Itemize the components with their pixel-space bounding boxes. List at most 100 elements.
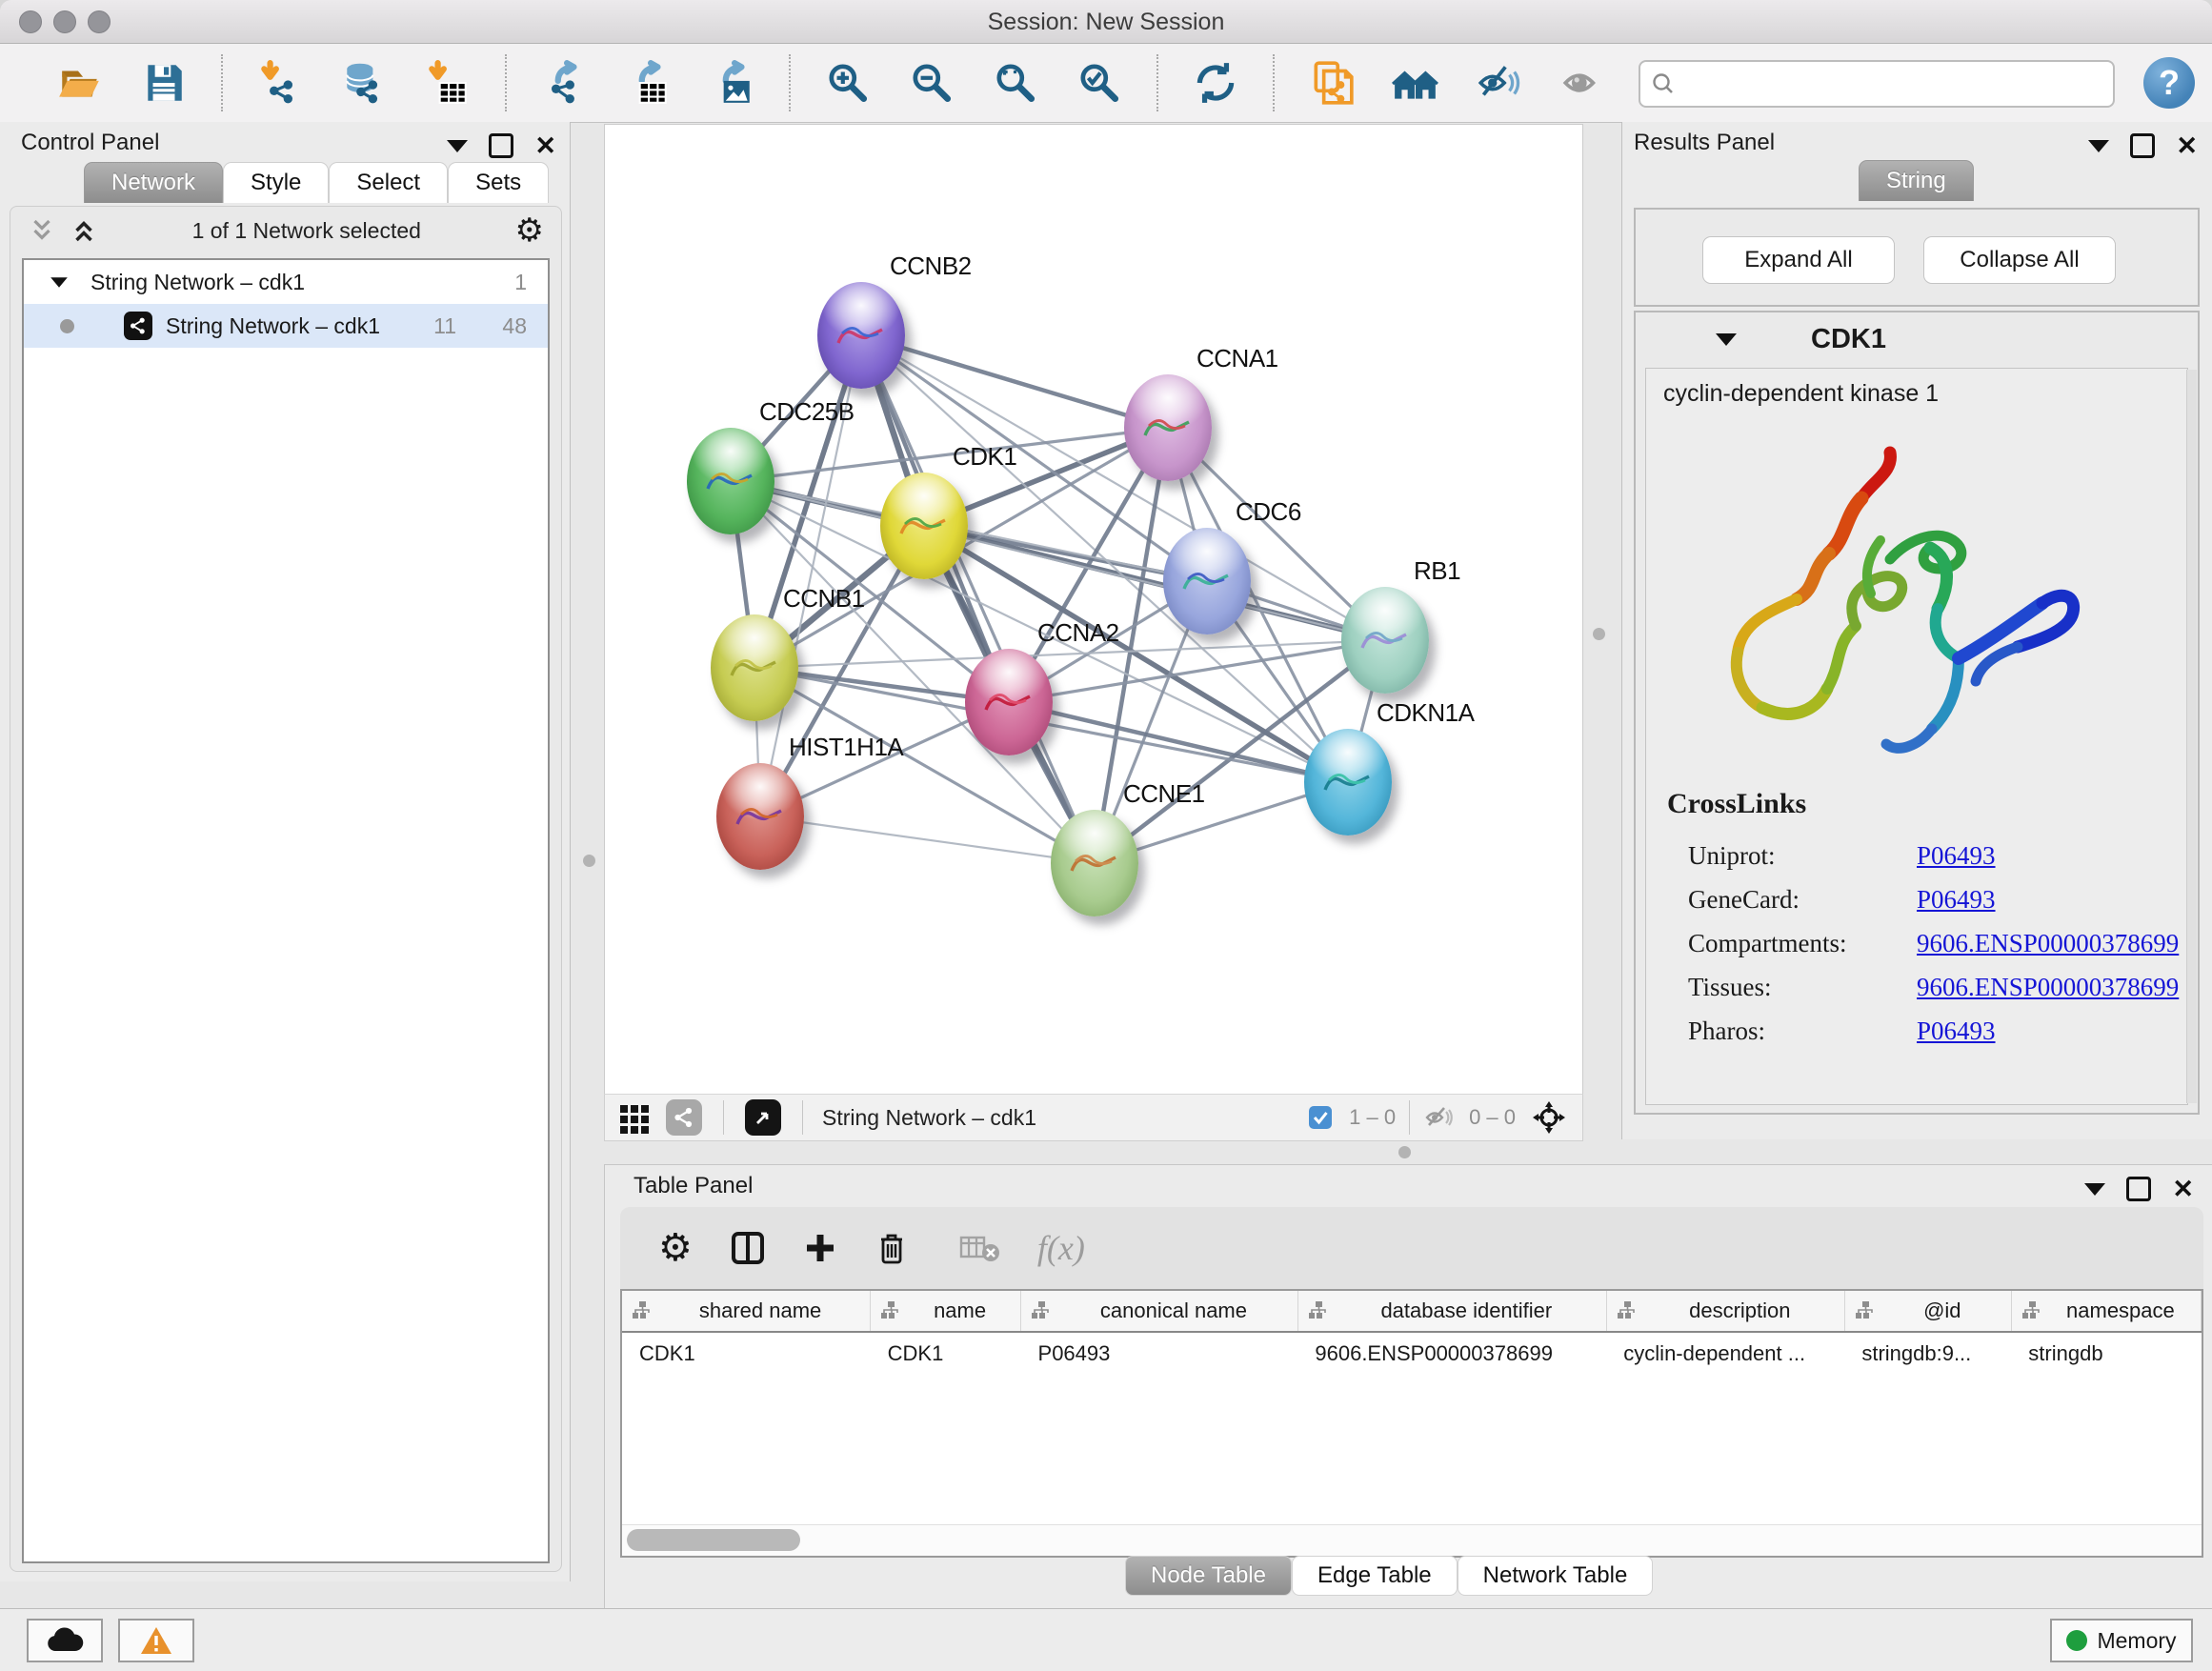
tab-select[interactable]: Select (329, 162, 448, 203)
network-row[interactable]: String Network – cdk1 11 48 (24, 304, 548, 348)
column-header-database-identifier[interactable]: database identifier (1297, 1291, 1606, 1332)
first-neighbors-icon[interactable] (1388, 55, 1443, 111)
right-splitter-handle[interactable] (1593, 628, 1605, 640)
collapse-all-icon[interactable] (28, 216, 56, 245)
delete-column-trash-icon[interactable] (874, 1230, 910, 1266)
column-header-name[interactable]: name (871, 1291, 1021, 1332)
network-node-CDK1[interactable] (880, 473, 968, 579)
tab-network-table[interactable]: Network Table (1458, 1556, 1654, 1596)
close-panel-icon[interactable]: ✕ (2172, 1179, 2194, 1198)
export-network-icon[interactable] (536, 55, 592, 111)
zoom-in-icon[interactable] (820, 55, 875, 111)
panel-menu-icon[interactable] (447, 140, 468, 152)
close-panel-icon[interactable]: ✕ (2176, 136, 2198, 155)
tab-node-table[interactable]: Node Table (1125, 1556, 1292, 1596)
export-image-icon[interactable] (704, 55, 759, 111)
import-network-file-icon[interactable] (252, 55, 308, 111)
help-button[interactable]: ? (2143, 57, 2195, 109)
column-header-description[interactable]: description (1606, 1291, 1844, 1332)
zoom-out-icon[interactable] (904, 55, 959, 111)
gear-icon[interactable]: ⚙ (515, 211, 544, 250)
float-panel-icon[interactable] (2126, 1177, 2151, 1201)
network-node-CCNB2[interactable] (817, 282, 905, 389)
network-node-CCNE1[interactable] (1051, 810, 1138, 916)
export-table-icon[interactable] (620, 55, 675, 111)
table-cell[interactable]: CDK1 (871, 1332, 1021, 1375)
edge-CCNA2-CDKN1A[interactable] (1009, 702, 1348, 782)
table-cell[interactable]: 9606.ENSP00000378699 (1297, 1332, 1606, 1375)
network-view-mode-icon[interactable] (666, 1099, 702, 1136)
new-network-from-selection-icon[interactable] (1304, 55, 1359, 111)
edge-CCNB2-CCNA1[interactable] (861, 335, 1168, 428)
search-box[interactable] (1639, 60, 2115, 108)
table-settings-gear-icon[interactable]: ⚙ (658, 1226, 693, 1270)
network-node-CCNA2[interactable] (965, 649, 1053, 755)
table-hscrollbar-thumb[interactable] (627, 1529, 800, 1551)
crosslink-link[interactable]: 9606.ENSP00000378699 (1917, 973, 2179, 1002)
panel-menu-icon[interactable] (2088, 140, 2109, 152)
function-builder-icon[interactable]: f(x) (1037, 1228, 1085, 1268)
panel-menu-icon[interactable] (2084, 1183, 2105, 1196)
network-node-HIST1H1A[interactable] (716, 763, 804, 870)
table-row[interactable]: CDK1CDK1P064939606.ENSP00000378699cyclin… (622, 1332, 2202, 1375)
crosslink-link[interactable]: P06493 (1917, 885, 1996, 915)
hidden-eye-slash-icon[interactable] (1423, 1102, 1454, 1133)
apply-preferred-layout-icon[interactable] (1188, 55, 1243, 111)
selected-checkbox-icon[interactable] (1307, 1104, 1334, 1131)
column-header-shared-name[interactable]: shared name (622, 1291, 871, 1332)
expand-all-icon[interactable] (70, 216, 98, 245)
import-network-database-icon[interactable] (336, 55, 392, 111)
column-header--id[interactable]: @id (1844, 1291, 2011, 1332)
network-node-CDC6[interactable] (1163, 528, 1251, 634)
network-node-CCNA1[interactable] (1124, 374, 1212, 481)
open-session-icon[interactable] (52, 55, 108, 111)
delete-table-icon[interactable] (959, 1232, 1001, 1264)
table-cell[interactable]: cyclin-dependent ... (1606, 1332, 1844, 1375)
tab-edge-table[interactable]: Edge Table (1292, 1556, 1458, 1596)
table-cell[interactable]: P06493 (1021, 1332, 1298, 1375)
crosslink-link[interactable]: P06493 (1917, 841, 1996, 871)
bottom-splitter-handle[interactable] (1398, 1146, 1411, 1158)
warnings-button[interactable] (118, 1619, 194, 1662)
tab-network[interactable]: Network (84, 162, 223, 203)
grid-mode-icon[interactable] (618, 1101, 651, 1134)
create-column-plus-icon[interactable] (803, 1231, 837, 1265)
show-all-icon[interactable] (1556, 55, 1611, 111)
save-session-icon[interactable] (136, 55, 191, 111)
network-view-canvas[interactable]: CCNB2 CCNA1 CDC25B CDK1 CDC6 RB1 CCNB1 C… (604, 124, 1583, 1096)
left-splitter-handle[interactable] (583, 855, 595, 867)
crosslink-link[interactable]: 9606.ENSP00000378699 (1917, 929, 2179, 958)
search-input[interactable] (1686, 70, 2113, 97)
birds-eye-view-icon[interactable] (1531, 1099, 1567, 1136)
results-scrollbar[interactable] (2186, 370, 2197, 1103)
table-hscrollbar[interactable] (622, 1524, 2202, 1556)
column-header-namespace[interactable]: namespace (2011, 1291, 2201, 1332)
network-node-RB1[interactable] (1341, 587, 1429, 694)
column-header-canonical-name[interactable]: canonical name (1021, 1291, 1298, 1332)
network-node-CDKN1A[interactable] (1304, 729, 1392, 836)
crosslink-link[interactable]: P06493 (1917, 1017, 1996, 1046)
table-cell[interactable]: CDK1 (622, 1332, 871, 1375)
network-node-CCNB1[interactable] (711, 614, 798, 721)
tab-sets[interactable]: Sets (448, 162, 549, 203)
show-columns-icon[interactable] (729, 1229, 767, 1267)
zoom-selected-icon[interactable] (1072, 55, 1127, 111)
table-cell[interactable]: stringdb (2011, 1332, 2201, 1375)
table-cell[interactable]: stringdb:9... (1844, 1332, 2011, 1375)
collection-expander-icon[interactable] (50, 277, 68, 287)
gene-section-header[interactable]: CDK1 (1636, 312, 2198, 366)
zoom-fit-content-icon[interactable] (988, 55, 1043, 111)
detach-view-icon[interactable] (745, 1099, 781, 1136)
edge-HIST1H1A-CCNE1[interactable] (760, 816, 1095, 863)
close-panel-icon[interactable]: ✕ (534, 136, 556, 155)
memory-button[interactable]: Memory (2050, 1619, 2193, 1662)
edge-CCNB2-CCNE1[interactable] (861, 335, 1095, 863)
import-table-file-icon[interactable] (420, 55, 475, 111)
section-expander-icon[interactable] (1716, 333, 1737, 346)
network-node-CDC25B[interactable] (687, 428, 774, 534)
expand-all-button[interactable]: Expand All (1702, 236, 1895, 284)
network-collection-row[interactable]: String Network – cdk1 1 (24, 260, 548, 304)
float-panel-icon[interactable] (489, 133, 513, 158)
tab-string[interactable]: String (1859, 160, 1974, 201)
collapse-all-button[interactable]: Collapse All (1923, 236, 2116, 284)
